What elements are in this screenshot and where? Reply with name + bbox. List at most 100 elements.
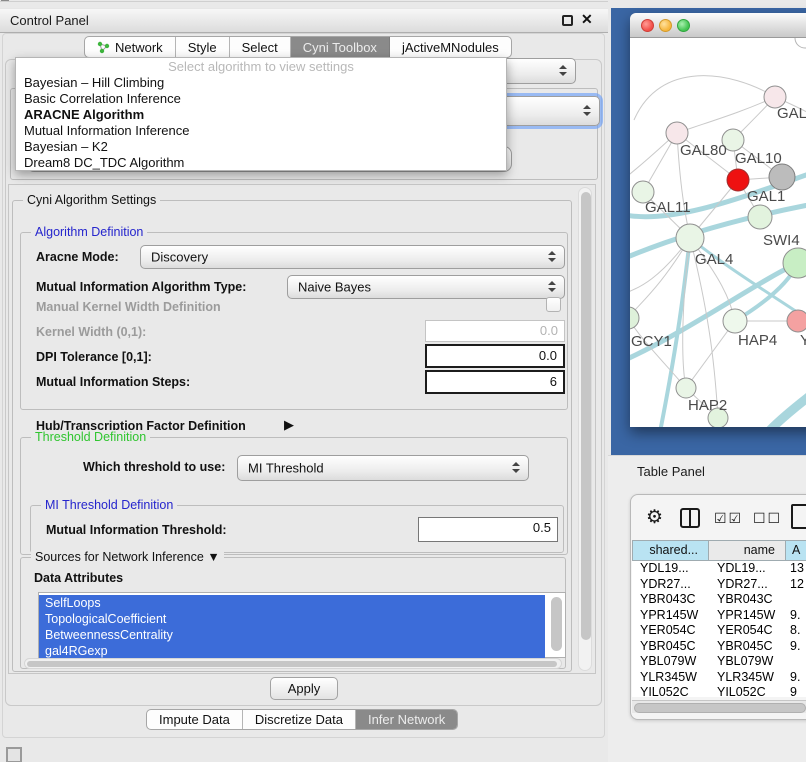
mi-algorithm-type-label: Mutual Information Algorithm Type: <box>36 280 246 294</box>
cell: 12 <box>786 577 806 593</box>
cell: YLR345W <box>632 670 709 686</box>
table-row[interactable]: YLR345W YLR345W 9. <box>632 670 806 686</box>
checked-checkboxes-icon[interactable]: ☑☑ <box>714 510 743 527</box>
network-node[interactable] <box>769 164 795 190</box>
column-header-a[interactable]: A <box>786 540 806 561</box>
unchecked-checkboxes-icon[interactable]: ☐☐ <box>753 510 782 527</box>
table-row[interactable]: YPR145W YPR145W 9. <box>632 608 806 624</box>
tab-style[interactable]: Style <box>176 37 230 57</box>
network-node[interactable] <box>795 38 806 48</box>
cell: YBR043C <box>632 592 709 608</box>
which-threshold-combo[interactable]: MI Threshold <box>237 455 529 481</box>
network-node-label: SWI4 <box>763 232 800 249</box>
tab-infer-network[interactable]: Infer Network <box>356 710 457 729</box>
tab-discretize-data[interactable]: Discretize Data <box>243 710 356 729</box>
network-node-label: Y <box>800 332 806 349</box>
mi-steps-label: Mutual Information Steps: <box>36 375 190 389</box>
cell <box>786 592 806 608</box>
combo-arrows-icon <box>559 65 568 77</box>
gear-icon[interactable]: ⚙ <box>646 506 663 529</box>
network-node[interactable] <box>727 169 749 191</box>
table-row[interactable]: YBR043C YBR043C <box>632 592 806 608</box>
tab-jactivemnodules[interactable]: jActiveMNodules <box>390 37 511 57</box>
table-row[interactable]: YDR27... YDR27... 12 <box>632 577 806 593</box>
popup-item-dream8[interactable]: Dream8 DC_TDC Algorithm <box>16 155 506 171</box>
tab-select[interactable]: Select <box>230 37 291 57</box>
table-row[interactable]: YBL079W YBL079W <box>632 654 806 670</box>
popup-item-basic-correlation[interactable]: Basic Correlation Inference <box>16 91 506 107</box>
list-item-topologicalcoefficient[interactable]: TopologicalCoefficient <box>39 611 545 627</box>
tab-discretize-data-label: Discretize Data <box>255 712 343 727</box>
apply-button[interactable]: Apply <box>270 677 338 700</box>
mi-threshold-group-title: MI Threshold Definition <box>41 498 177 512</box>
cell: 13 <box>786 561 806 577</box>
columns-icon[interactable] <box>680 508 700 528</box>
aracne-mode-label: Aracne Mode: <box>36 250 119 264</box>
settings-vertical-scrollbar-thumb[interactable] <box>581 192 591 640</box>
tab-impute-data[interactable]: Impute Data <box>147 710 243 729</box>
table-horizontal-scrollbar[interactable] <box>632 700 806 713</box>
network-node[interactable] <box>630 307 639 329</box>
data-attributes-list[interactable]: SelfLoops TopologicalCoefficient Between… <box>38 592 566 658</box>
popup-item-bayesian-k2[interactable]: Bayesian – K2 <box>16 139 506 155</box>
list-item-selfloops[interactable]: SelfLoops <box>39 595 545 611</box>
table-header-row: shared... name A <box>632 540 806 561</box>
network-canvas[interactable]: GAL GAL80 GAL10 GAL1 GAL11 GAL4 SWI4 GCY… <box>630 38 806 427</box>
popup-item-bayesian-hill-climbing[interactable]: Bayesian – Hill Climbing <box>16 75 506 91</box>
sources-horizontal-scrollbar-thumb[interactable] <box>27 661 557 667</box>
settings-vertical-scrollbar[interactable] <box>578 187 592 671</box>
list-vertical-scrollbar-thumb[interactable] <box>551 597 562 651</box>
cyni-algorithm-settings-title: Cyni Algorithm Settings <box>23 193 160 207</box>
mi-steps-field[interactable]: 6 <box>425 370 565 394</box>
popup-item-mutual-information[interactable]: Mutual Information Inference <box>16 123 506 139</box>
table-horizontal-scrollbar-thumb[interactable] <box>634 703 806 713</box>
minimized-panel-icon[interactable] <box>6 747 22 762</box>
tab-impute-data-label: Impute Data <box>159 712 230 727</box>
column-header-shared-name[interactable]: shared... <box>632 540 709 561</box>
network-node[interactable] <box>748 205 772 229</box>
network-window-titlebar[interactable] <box>630 13 806 38</box>
network-node[interactable] <box>676 224 704 252</box>
network-node[interactable] <box>666 122 688 144</box>
sources-horizontal-scrollbar[interactable] <box>24 658 562 669</box>
manual-kernel-checkbox[interactable] <box>546 297 561 312</box>
tab-network[interactable]: Network <box>85 37 176 57</box>
network-node[interactable] <box>676 378 696 398</box>
table-row[interactable]: YER054C YER054C 8. <box>632 623 806 639</box>
threshold-definition-title: Threshold Definition <box>31 430 150 444</box>
document-icon[interactable] <box>791 504 806 529</box>
network-node[interactable] <box>723 309 747 333</box>
list-item-betweennesscentrality[interactable]: BetweennessCentrality <box>39 627 545 643</box>
list-item-gal4rgexp[interactable]: gal4RGexp <box>39 643 545 659</box>
combo-arrows-icon <box>512 462 521 474</box>
tab-select-label: Select <box>242 40 278 55</box>
which-threshold-value: MI Threshold <box>248 461 324 476</box>
cell: 9. <box>786 639 806 655</box>
table-row[interactable]: YBR045C YBR045C 9. <box>632 639 806 655</box>
close-panel-icon[interactable]: ✕ <box>581 11 593 28</box>
minimize-traffic-light[interactable] <box>659 19 672 32</box>
mi-threshold-field[interactable]: 0.5 <box>418 517 558 542</box>
expander-down-icon[interactable]: ▼ <box>207 550 219 564</box>
popup-item-aracne[interactable]: ARACNE Algorithm <box>16 107 506 123</box>
cell: YBR045C <box>632 639 709 655</box>
dpi-tolerance-field[interactable]: 0.0 <box>425 344 565 368</box>
control-panel-header[interactable] <box>0 8 608 33</box>
table-row[interactable]: YIL052C YIL052C 9 <box>632 685 806 697</box>
network-node[interactable] <box>787 310 806 332</box>
tab-network-label: Network <box>115 40 163 55</box>
network-node[interactable] <box>783 248 806 278</box>
expander-right-icon[interactable]: ▶ <box>284 417 294 433</box>
aracne-mode-combo[interactable]: Discovery <box>140 245 565 269</box>
column-header-name[interactable]: name <box>709 540 786 561</box>
cell: 8. <box>786 623 806 639</box>
zoom-traffic-light[interactable] <box>677 19 690 32</box>
mi-algorithm-type-value: Naive Bayes <box>298 280 371 295</box>
close-traffic-light[interactable] <box>641 19 654 32</box>
table-row[interactable]: YDL19... YDL19... 13 <box>632 561 806 577</box>
kernel-width-field[interactable]: 0.0 <box>425 320 565 342</box>
float-panel-icon[interactable] <box>562 15 573 26</box>
network-node-label: GAL1 <box>747 188 785 205</box>
mi-algorithm-type-combo[interactable]: Naive Bayes <box>287 275 565 299</box>
tab-cyni-toolbox[interactable]: Cyni Toolbox <box>291 37 390 57</box>
